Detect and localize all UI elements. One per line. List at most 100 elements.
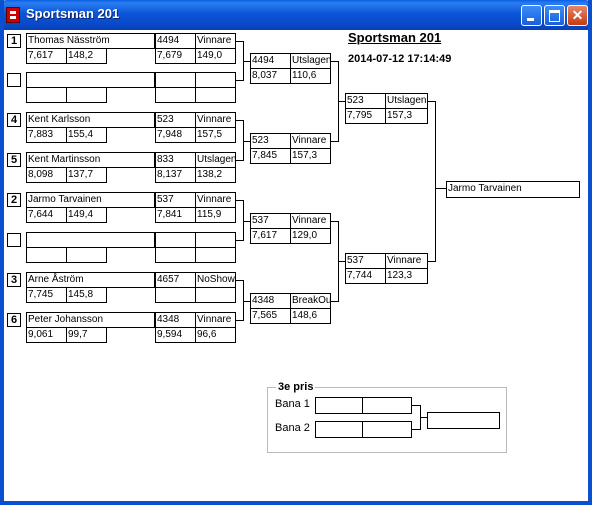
reaction-time[interactable]: 7,617 [26, 48, 67, 64]
reaction-time[interactable]: 7,644 [26, 207, 67, 223]
reaction-time[interactable] [155, 87, 196, 103]
third-winner[interactable] [427, 412, 500, 429]
car-number[interactable]: 523 [250, 133, 291, 149]
speed[interactable]: 115,9 [195, 207, 236, 223]
car-number[interactable]: 4657 [155, 272, 196, 288]
speed[interactable]: 157,5 [195, 127, 236, 143]
car-number[interactable]: 523 [155, 112, 196, 128]
car-number[interactable]: 523 [345, 93, 386, 109]
lane-2-label: Bana 2 [275, 422, 310, 434]
speed[interactable]: 137,7 [66, 167, 107, 183]
reaction-time[interactable] [26, 87, 67, 103]
reaction-time[interactable]: 7,745 [26, 287, 67, 303]
reaction-time[interactable]: 7,841 [155, 207, 196, 223]
reaction-time[interactable] [155, 247, 196, 263]
heat-result[interactable]: Vinnare [195, 192, 236, 208]
car-number[interactable] [155, 232, 196, 248]
reaction-time[interactable]: 7,845 [250, 148, 291, 164]
racer-name[interactable]: Arne Åström [26, 272, 155, 288]
reaction-time[interactable]: 7,679 [155, 48, 196, 64]
car-number[interactable]: 537 [345, 253, 386, 269]
close-icon: ✕ [571, 7, 584, 23]
third-lane1-name[interactable] [315, 397, 363, 414]
heat-result[interactable]: Utslagen [290, 53, 331, 69]
speed[interactable]: 157,3 [290, 148, 331, 164]
heat-result[interactable]: Vinnare [385, 253, 428, 269]
speed[interactable]: 145,8 [66, 287, 107, 303]
reaction-time[interactable]: 7,948 [155, 127, 196, 143]
racer-name[interactable]: Peter Johansson [26, 312, 155, 328]
heat-result[interactable]: Vinnare [195, 112, 236, 128]
speed[interactable]: 157,3 [385, 108, 428, 124]
heat-result[interactable]: Vinnare [290, 133, 331, 149]
reaction-time[interactable] [26, 247, 67, 263]
racer-name[interactable]: Kent Karlsson [26, 112, 155, 128]
heat-result[interactable]: Vinnare [195, 312, 236, 328]
reaction-time[interactable] [155, 287, 196, 303]
car-number[interactable]: 4494 [155, 33, 196, 49]
reaction-time[interactable]: 7,795 [345, 108, 386, 124]
racer-name[interactable] [26, 232, 155, 248]
speed[interactable]: 149,0 [195, 48, 236, 64]
app-icon [6, 7, 20, 23]
speed[interactable] [195, 287, 236, 303]
speed[interactable] [66, 247, 107, 263]
heat-result[interactable]: Utslagen [195, 152, 236, 168]
speed[interactable]: 110,6 [290, 68, 331, 84]
car-number[interactable]: 833 [155, 152, 196, 168]
racer-name[interactable]: Kent Martinsson [26, 152, 155, 168]
speed[interactable]: 99,7 [66, 327, 107, 343]
reaction-time[interactable]: 9,594 [155, 327, 196, 343]
maximize-button[interactable] [544, 5, 565, 26]
racer-name[interactable] [26, 72, 155, 88]
car-number[interactable]: 4348 [250, 293, 291, 309]
close-button[interactable]: ✕ [567, 5, 588, 26]
event-title: Sportsman 201 [348, 30, 442, 45]
reaction-time[interactable]: 9,061 [26, 327, 67, 343]
title-bar[interactable]: Sportsman 201 ✕ [0, 0, 592, 30]
winner-name[interactable]: Jarmo Tarvainen [446, 181, 580, 198]
speed[interactable]: 138,2 [195, 167, 236, 183]
reaction-time[interactable]: 7,617 [250, 228, 291, 244]
seed-number: 4 [7, 113, 21, 127]
heat-result[interactable]: NoShow [195, 272, 236, 288]
heat-result[interactable] [195, 72, 236, 88]
heat-result[interactable]: Utslagen [385, 93, 428, 109]
speed[interactable]: 129,0 [290, 228, 331, 244]
event-timestamp: 2014-07-12 17:14:49 [348, 53, 452, 65]
reaction-time[interactable]: 7,883 [26, 127, 67, 143]
car-number[interactable]: 4494 [250, 53, 291, 69]
minimize-button[interactable] [521, 5, 542, 26]
reaction-time[interactable]: 8,137 [155, 167, 196, 183]
racer-name[interactable]: Thomas Näsström [26, 33, 155, 49]
speed[interactable]: 123,3 [385, 268, 428, 284]
reaction-time[interactable]: 7,744 [345, 268, 386, 284]
car-number[interactable] [155, 72, 196, 88]
heat-result[interactable]: Vinnare [195, 33, 236, 49]
third-lane2-value[interactable] [362, 421, 412, 438]
seed-number: 2 [7, 193, 21, 207]
third-lane1-value[interactable] [362, 397, 412, 414]
speed[interactable]: 155,4 [66, 127, 107, 143]
heat-result[interactable]: Vinnare [290, 213, 331, 229]
reaction-time[interactable]: 7,565 [250, 308, 291, 324]
speed[interactable]: 96,6 [195, 327, 236, 343]
seed-number: 1 [7, 34, 21, 48]
car-number[interactable]: 537 [250, 213, 291, 229]
reaction-time[interactable]: 8,037 [250, 68, 291, 84]
speed[interactable] [195, 247, 236, 263]
speed[interactable]: 148,6 [290, 308, 331, 324]
racer-name[interactable]: Jarmo Tarvainen [26, 192, 155, 208]
car-number[interactable]: 537 [155, 192, 196, 208]
heat-result[interactable]: BreakOut [290, 293, 331, 309]
speed[interactable]: 149,4 [66, 207, 107, 223]
window-title: Sportsman 201 [26, 6, 120, 21]
car-number[interactable]: 4348 [155, 312, 196, 328]
speed[interactable] [195, 87, 236, 103]
bracket-connector [436, 188, 446, 189]
heat-result[interactable] [195, 232, 236, 248]
reaction-time[interactable]: 8,098 [26, 167, 67, 183]
speed[interactable] [66, 87, 107, 103]
speed[interactable]: 148,2 [66, 48, 107, 64]
third-lane2-name[interactable] [315, 421, 363, 438]
